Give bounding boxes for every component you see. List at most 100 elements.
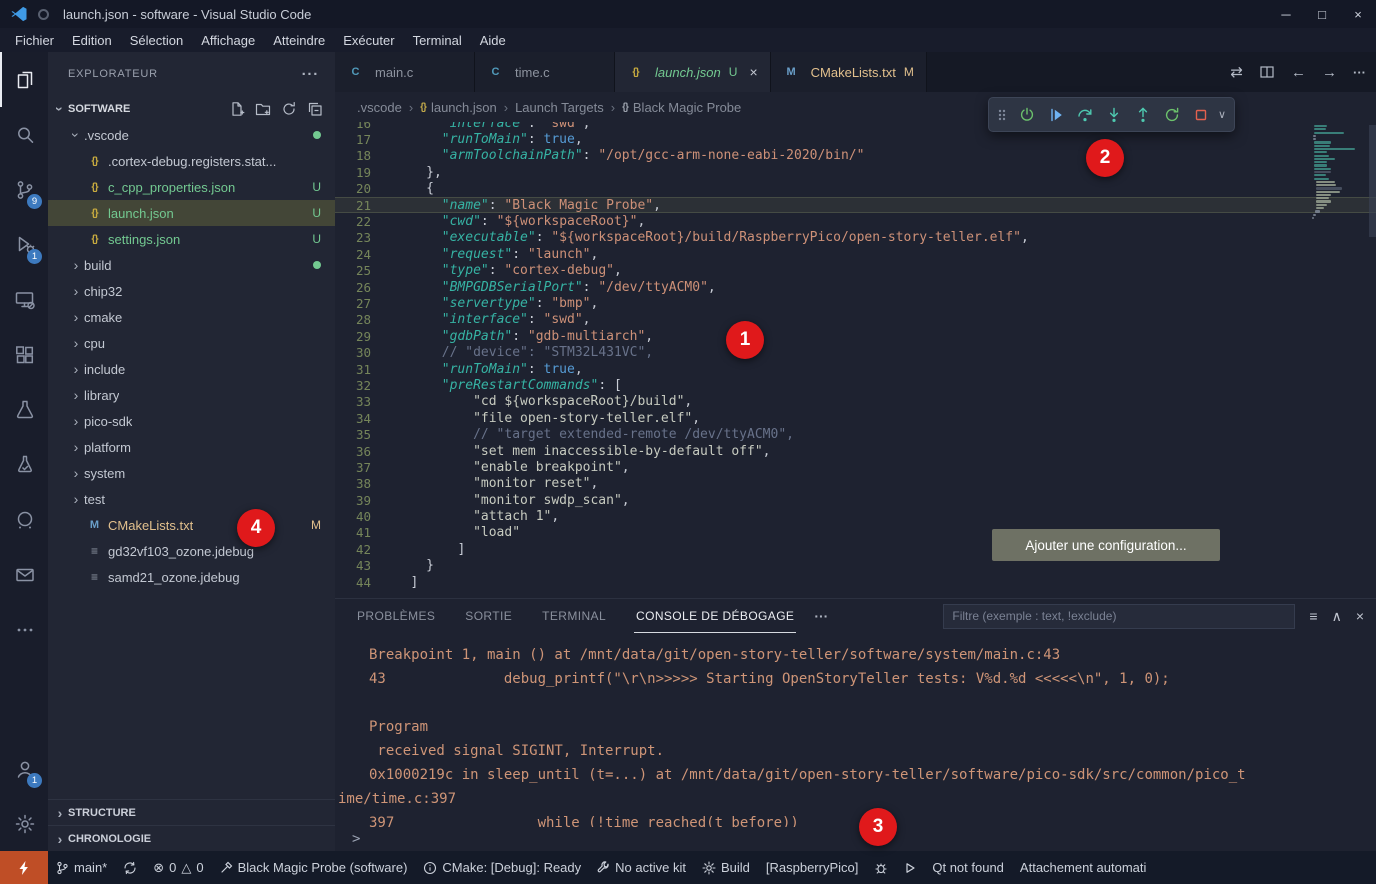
qt-status[interactable]: Qt not found xyxy=(924,851,1012,884)
tree-folder[interactable]: ›.vscode xyxy=(48,122,335,148)
activity-testing[interactable] xyxy=(0,382,48,437)
branch-status[interactable]: main* xyxy=(48,851,115,884)
continue-button[interactable] xyxy=(1042,101,1069,128)
editor-scrollbar[interactable] xyxy=(1369,125,1376,237)
collapse-lines-icon[interactable]: ≡ xyxy=(1309,608,1317,624)
activity-source-control[interactable]: 9 xyxy=(0,162,48,217)
code-editor[interactable]: 16"interface": "swd",17"runToMain": true… xyxy=(335,122,1376,598)
build-target[interactable]: [RaspberryPico] xyxy=(758,851,866,884)
code-line[interactable]: 31"runToMain": true, xyxy=(335,361,1376,377)
tree-file[interactable]: ≡samd21_ozone.jdebug xyxy=(48,564,335,590)
restart-button[interactable] xyxy=(1158,101,1185,128)
new-folder-icon[interactable] xyxy=(255,101,271,117)
stop-dropdown-chevron[interactable]: ∨ xyxy=(1218,108,1226,121)
activity-run-debug[interactable]: 1 xyxy=(0,217,48,272)
stop-button[interactable] xyxy=(1187,101,1214,128)
code-line[interactable]: 43} xyxy=(335,558,1376,574)
code-line[interactable]: 30// "device": "STM32L431VC", xyxy=(335,344,1376,360)
code-line[interactable]: 38"monitor reset", xyxy=(335,476,1376,492)
kit-status[interactable]: No active kit xyxy=(589,851,694,884)
sync-status[interactable] xyxy=(115,851,145,884)
menu-item[interactable]: Atteindre xyxy=(264,31,334,50)
new-file-icon[interactable] xyxy=(229,101,245,117)
editor-tab[interactable]: {}launch.jsonU× xyxy=(615,52,771,92)
activity-more[interactable] xyxy=(0,602,48,657)
breadcrumb-item[interactable]: .vscode xyxy=(357,100,402,115)
section-chronologie[interactable]: ›CHRONOLOGIE xyxy=(48,825,335,851)
panel-more-icon[interactable]: ··· xyxy=(814,608,828,624)
activity-settings[interactable] xyxy=(0,796,48,851)
attach-status[interactable]: Attachement automati xyxy=(1012,851,1154,884)
cmake-status[interactable]: CMake: [Debug]: Ready xyxy=(415,851,589,884)
code-line[interactable]: 22"cwd": "${workspaceRoot}", xyxy=(335,213,1376,229)
breadcrumb-item[interactable]: Launch Targets xyxy=(515,100,604,115)
minimize-button[interactable]: ─ xyxy=(1268,0,1304,28)
tree-file[interactable]: {}settings.jsonU xyxy=(48,226,335,252)
code-line[interactable]: 18"armToolchainPath": "/opt/gcc-arm-none… xyxy=(335,148,1376,164)
breadcrumb-item[interactable]: {}launch.json xyxy=(420,100,497,115)
compare-icon[interactable]: ⇄ xyxy=(1230,63,1243,81)
activity-account[interactable]: 1 xyxy=(0,741,48,796)
code-line[interactable]: 21"name": "Black Magic Probe", xyxy=(335,197,1376,213)
code-line[interactable]: 23"executable": "${workspaceRoot}/build/… xyxy=(335,230,1376,246)
drag-handle-icon[interactable] xyxy=(997,107,1007,123)
menu-item[interactable]: Affichage xyxy=(192,31,264,50)
launch-config-status[interactable]: Black Magic Probe (software) xyxy=(212,851,416,884)
code-line[interactable]: 26"BMPGDBSerialPort": "/dev/ttyACM0", xyxy=(335,279,1376,295)
code-line[interactable]: 35// "target extended-remote /dev/ttyACM… xyxy=(335,426,1376,442)
tree-folder[interactable]: ›cpu xyxy=(48,330,335,356)
tree-folder[interactable]: ›pico-sdk xyxy=(48,408,335,434)
editor-tab[interactable]: MCMakeLists.txtM xyxy=(771,52,927,92)
activity-extensions[interactable] xyxy=(0,327,48,382)
maximize-button[interactable]: □ xyxy=(1304,0,1340,28)
tree-file[interactable]: {}launch.jsonU xyxy=(48,200,335,226)
code-line[interactable]: 44] xyxy=(335,574,1376,590)
tree-file[interactable]: {}.cortex-debug.registers.stat... xyxy=(48,148,335,174)
close-button[interactable]: × xyxy=(1340,0,1376,28)
tree-file[interactable]: ≡gd32vf103_ozone.jdebug xyxy=(48,538,335,564)
code-line[interactable]: 17"runToMain": true, xyxy=(335,131,1376,147)
refresh-icon[interactable] xyxy=(281,101,297,117)
explorer-more-icon[interactable]: ··· xyxy=(302,66,319,83)
activity-test-explorer[interactable] xyxy=(0,437,48,492)
menu-item[interactable]: Terminal xyxy=(404,31,471,50)
editor-tab[interactable]: Cmain.c xyxy=(335,52,475,92)
tree-folder[interactable]: ›library xyxy=(48,382,335,408)
section-structure[interactable]: ›STRUCTURE xyxy=(48,799,335,825)
tree-folder[interactable]: ›cmake xyxy=(48,304,335,330)
code-line[interactable]: 37"enable breakpoint", xyxy=(335,459,1376,475)
code-line[interactable]: 24"request": "launch", xyxy=(335,246,1376,262)
tree-folder[interactable]: ›test xyxy=(48,486,335,512)
step-over-button[interactable] xyxy=(1071,101,1098,128)
breadcrumb-item[interactable]: {}Black Magic Probe xyxy=(622,100,741,115)
menu-item[interactable]: Exécuter xyxy=(334,31,403,50)
maximize-panel-icon[interactable]: ∧ xyxy=(1332,608,1342,625)
navigate-back-icon[interactable]: ← xyxy=(1291,64,1306,81)
add-configuration-button[interactable]: Ajouter une configuration... xyxy=(992,529,1220,561)
code-line[interactable]: 33"cd ${workspaceRoot}/build", xyxy=(335,394,1376,410)
close-panel-icon[interactable]: × xyxy=(1356,608,1364,624)
step-into-button[interactable] xyxy=(1100,101,1127,128)
collapse-all-icon[interactable] xyxy=(307,101,323,117)
step-out-button[interactable] xyxy=(1129,101,1156,128)
code-line[interactable]: 19}, xyxy=(335,164,1376,180)
tree-file[interactable]: MCMakeLists.txtM xyxy=(48,512,335,538)
tree-file[interactable]: {}c_cpp_properties.jsonU xyxy=(48,174,335,200)
editor-tab[interactable]: Ctime.c xyxy=(475,52,615,92)
remote-indicator[interactable] xyxy=(0,851,48,884)
activity-remote-explorer[interactable] xyxy=(0,272,48,327)
tree-folder[interactable]: ›include xyxy=(48,356,335,382)
debug-status[interactable] xyxy=(866,851,896,884)
code-line[interactable]: 32"preRestartCommands": [ xyxy=(335,377,1376,393)
editor-more-icon[interactable]: ··· xyxy=(1353,65,1366,80)
reset-button[interactable] xyxy=(1013,101,1040,128)
section-software[interactable]: › SOFTWARE xyxy=(48,96,335,122)
panel-tab[interactable]: SORTIE xyxy=(463,599,514,633)
code-line[interactable]: 29"gdbPath": "gdb-multiarch", xyxy=(335,328,1376,344)
tree-folder[interactable]: ›platform xyxy=(48,434,335,460)
tree-folder[interactable]: ›chip32 xyxy=(48,278,335,304)
code-line[interactable]: 34"file open-story-teller.elf", xyxy=(335,410,1376,426)
activity-jupyter[interactable] xyxy=(0,492,48,547)
activity-search[interactable] xyxy=(0,107,48,162)
activity-mail[interactable] xyxy=(0,547,48,602)
